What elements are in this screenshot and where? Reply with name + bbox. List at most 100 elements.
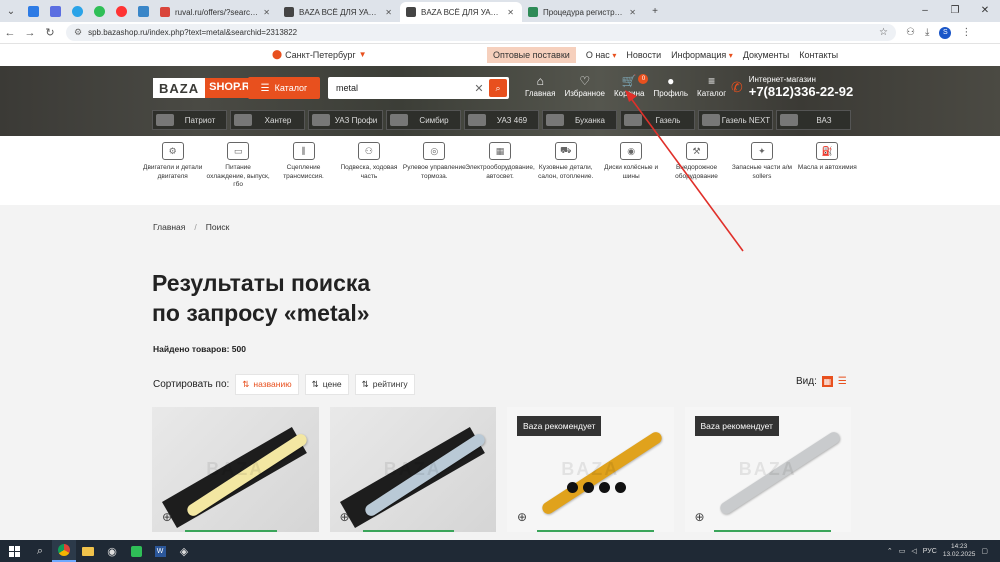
chevron-up-icon[interactable]: ⌃: [887, 547, 893, 555]
sort-by-name[interactable]: ⇅ названию: [235, 374, 299, 395]
sort-arrows-icon: ⇅: [361, 379, 369, 389]
site-info-icon[interactable]: ⚙: [74, 27, 82, 38]
city-selector[interactable]: ⬤ Санкт-Петербург ▼: [272, 49, 367, 60]
close-tab-icon[interactable]: ✕: [263, 8, 270, 17]
pinned-tab-6[interactable]: [132, 0, 154, 22]
link-documents[interactable]: Документы: [743, 50, 789, 60]
zoom-icon[interactable]: ⊕: [695, 510, 705, 524]
pinned-tab-4[interactable]: [88, 0, 110, 22]
category-item[interactable]: ⚙ Двигатели и детали двигателя: [140, 142, 205, 197]
product-card[interactable]: BAZA Baza рекомендует ⊕: [684, 407, 851, 532]
pinned-tab-1[interactable]: [22, 0, 44, 22]
sort-by-price[interactable]: ⇅ цене: [304, 374, 349, 395]
phone-number[interactable]: +7(812)336-22-92: [749, 84, 853, 99]
category-item[interactable]: ✦ Запасные части а/м sollers: [729, 142, 794, 197]
extension-icon[interactable]: ⚇: [906, 27, 915, 38]
close-tab-icon[interactable]: ✕: [507, 8, 514, 17]
file-explorer-icon[interactable]: [76, 540, 100, 562]
clear-search-icon[interactable]: ✕: [471, 82, 487, 95]
browser-tab[interactable]: ruval.ru/offers/?search_searchi ✕: [154, 2, 278, 22]
header-link-favorites[interactable]: ♡ Избранное: [564, 74, 605, 98]
category-item[interactable]: ⫼ Сцепление трансмиссия.: [271, 142, 336, 197]
product-card[interactable]: BAZA Baza рекомендует ⊕: [507, 407, 674, 532]
category-item[interactable]: ⚒ Внедорожное оборудование: [664, 142, 729, 197]
header-link-profile[interactable]: ● Профиль: [653, 74, 688, 98]
model-link[interactable]: ВАЗ: [776, 110, 851, 130]
zoom-icon[interactable]: ⊕: [162, 510, 172, 524]
link-news[interactable]: Новости: [626, 50, 661, 60]
browser-tab[interactable]: Процедура регистрации на са ✕: [522, 2, 644, 22]
model-link[interactable]: УАЗ 469: [464, 110, 539, 130]
browser-tab[interactable]: BAZA ВСЁ ДЛЯ УАЗА – Интерн ✕: [278, 2, 400, 22]
reload-icon[interactable]: ↻: [40, 26, 60, 39]
category-label: Диски колёсные и шины: [604, 164, 659, 180]
download-icon[interactable]: ⤓: [925, 27, 929, 38]
new-tab-button[interactable]: +: [644, 0, 666, 22]
link-wholesale[interactable]: Оптовые поставки: [487, 47, 576, 63]
category-item[interactable]: ⛽ Масла и автохимия: [795, 142, 860, 197]
zoom-icon[interactable]: ⊕: [340, 510, 350, 524]
pinned-tab-3[interactable]: [66, 0, 88, 22]
browser-tab[interactable]: BAZA ВСЁ ДЛЯ УАЗА – Интерн ✕: [400, 2, 522, 22]
url-field[interactable]: ⚙ spb.bazashop.ru/index.php?text=metal&s…: [66, 24, 896, 41]
grid-view-icon[interactable]: ▦: [821, 376, 833, 387]
bookmark-star-icon[interactable]: ☆: [879, 27, 888, 38]
tab-search-icon[interactable]: ⌄: [0, 0, 22, 22]
search-icon[interactable]: ⌕: [28, 540, 52, 562]
search-input[interactable]: [336, 83, 471, 93]
pinned-tab-2[interactable]: [44, 0, 66, 22]
list-view-icon[interactable]: ☰: [838, 376, 847, 387]
product-card[interactable]: BAZA ⊕: [152, 407, 319, 532]
category-item[interactable]: ▭ Питание охлаждение, выпуск, гбо: [205, 142, 270, 197]
close-window-icon[interactable]: ✕: [970, 0, 1000, 22]
close-tab-icon[interactable]: ✕: [385, 8, 392, 17]
messenger-icon[interactable]: [124, 540, 148, 562]
header-link-menu[interactable]: ≡ Каталог: [697, 74, 726, 98]
model-link[interactable]: Симбир: [386, 110, 461, 130]
category-item[interactable]: ⛟ Кузовные детали, салон, отопление.: [533, 142, 598, 197]
model-link[interactable]: Газель: [620, 110, 695, 130]
network-icon[interactable]: ▭: [899, 547, 906, 555]
category-item[interactable]: ▦ Электрооборудование, автосвет.: [465, 142, 535, 197]
minimize-icon[interactable]: –: [910, 0, 940, 22]
model-link[interactable]: Хантер: [230, 110, 305, 130]
back-icon[interactable]: ←: [0, 27, 20, 39]
site-logo[interactable]: BAZA SHOP.RU: [153, 78, 262, 98]
category-item[interactable]: ◉ Диски колёсные и шины: [598, 142, 663, 197]
link-info[interactable]: Информация ▾: [671, 50, 733, 60]
search-button[interactable]: ⌕: [489, 79, 507, 97]
product-card[interactable]: BAZA ⊕: [329, 407, 496, 532]
card-bottom-strip: [362, 530, 455, 532]
model-link[interactable]: Патриот: [152, 110, 227, 130]
breadcrumb-home[interactable]: Главная: [153, 222, 185, 232]
link-contacts[interactable]: Контакты: [799, 50, 838, 60]
menu-dots-icon[interactable]: ⋮: [961, 27, 971, 38]
header-link-cart[interactable]: 🛒 0 Корзина: [614, 74, 649, 98]
clock[interactable]: 14:23 13.02.2025: [943, 543, 976, 559]
app-icon-2[interactable]: ◈: [172, 540, 196, 562]
model-link[interactable]: Газель NEXT: [698, 110, 773, 130]
restore-icon[interactable]: ❐: [940, 0, 970, 22]
pinned-tab-5[interactable]: [110, 0, 132, 22]
zoom-icon[interactable]: ⊕: [517, 510, 527, 524]
model-link[interactable]: УАЗ Профи: [308, 110, 383, 130]
category-item[interactable]: ⚇ Подвеска, ходовая часть: [336, 142, 401, 197]
sort-by-rating[interactable]: ⇅ рейтингу: [354, 374, 415, 395]
profile-avatar[interactable]: S: [939, 26, 952, 39]
link-about[interactable]: О нас ▾: [586, 50, 617, 60]
category-label: Электрооборудование, автосвет.: [465, 164, 535, 180]
word-icon[interactable]: W: [148, 540, 172, 562]
chrome-icon[interactable]: [52, 540, 76, 562]
language-indicator[interactable]: РУС: [923, 548, 937, 555]
notification-icon[interactable]: ▢: [981, 547, 988, 555]
header-link-home[interactable]: ⌂ Главная: [525, 74, 555, 98]
app-icon[interactable]: ◉: [100, 540, 124, 562]
forward-icon[interactable]: →: [20, 27, 40, 39]
category-item[interactable]: ◎ Рулевое управление тормоза.: [402, 142, 467, 197]
close-tab-icon[interactable]: ✕: [629, 8, 636, 17]
windows-start-icon[interactable]: [0, 540, 28, 562]
volume-icon[interactable]: ◁: [911, 547, 916, 555]
catalog-button[interactable]: ☰ Каталог: [248, 77, 320, 99]
model-link[interactable]: Буханка: [542, 110, 617, 130]
tab-title: ruval.ru/offers/?search_searchi: [175, 7, 258, 17]
